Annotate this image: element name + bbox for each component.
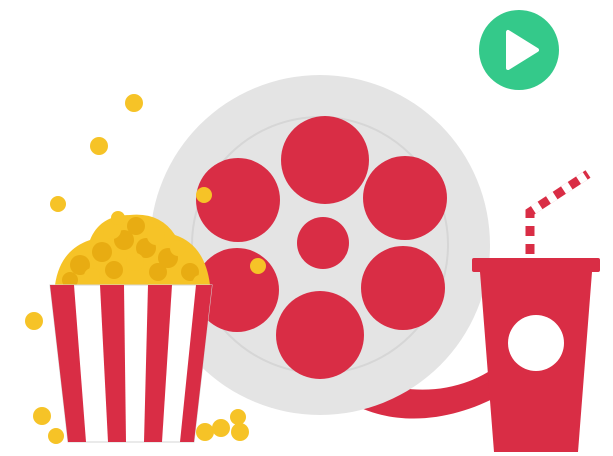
reel-hub	[297, 217, 349, 269]
play-button[interactable]	[475, 6, 563, 94]
movie-illustration	[0, 0, 613, 456]
popcorn-icon	[49, 211, 213, 443]
play-icon	[479, 10, 559, 90]
soda-cup-icon	[472, 170, 600, 452]
reel-hole-bottom	[276, 291, 364, 379]
reel-hole-bottom-right	[361, 246, 445, 330]
reel-hole-top-right	[363, 156, 447, 240]
soda-lid	[472, 258, 600, 272]
soda-cup-logo	[508, 315, 564, 371]
soda-straw	[525, 170, 591, 262]
